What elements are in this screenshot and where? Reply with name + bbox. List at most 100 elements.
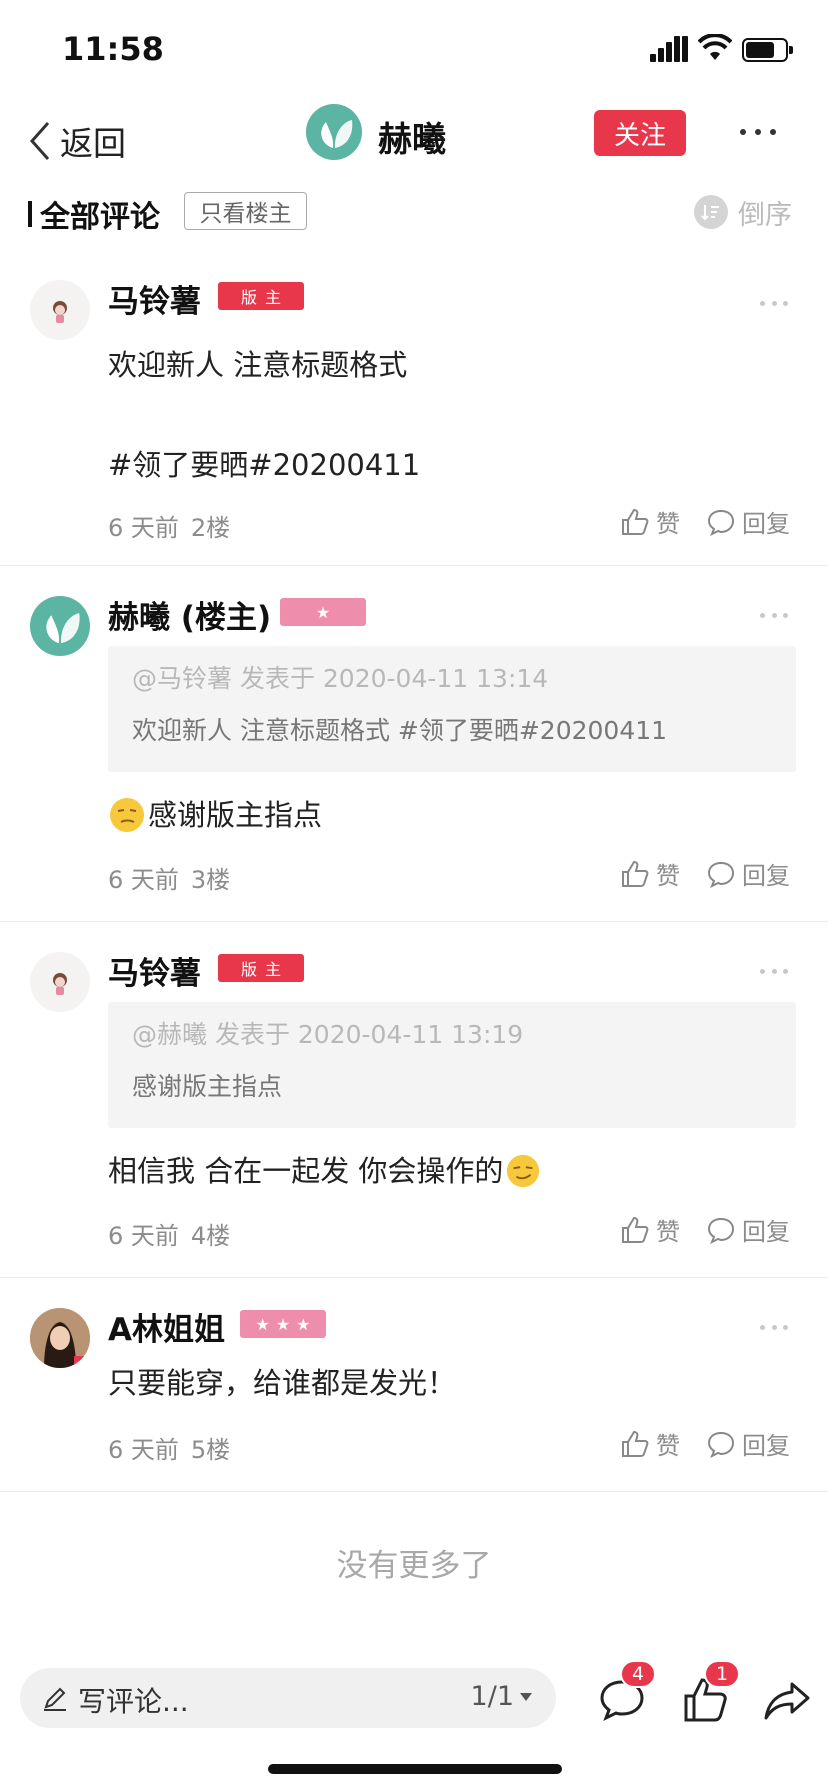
avatar[interactable] <box>30 280 90 340</box>
username[interactable]: 赫曦 (楼主) <box>108 592 271 637</box>
follow-button[interactable]: 关注 <box>594 110 686 156</box>
comment-more-icon[interactable] <box>760 298 788 308</box>
comment-meta: 6 天前 5楼 <box>108 1430 242 1465</box>
username[interactable]: A林姐姐 <box>108 1304 225 1349</box>
comment-body-line: #领了要晒#20200411 <box>108 448 421 482</box>
caret-down-icon <box>520 1692 532 1701</box>
comment-body-text: 相信我 合在一起发 你会操作的 <box>108 1154 504 1188</box>
filter-row: 全部评论 只看楼主 倒序 <box>0 186 828 250</box>
like-button[interactable]: 赞 <box>620 856 680 891</box>
reply-button[interactable]: 回复 <box>706 1212 790 1247</box>
username[interactable]: 马铃薯 <box>108 948 201 993</box>
status-time: 11:58 <box>62 30 164 68</box>
cartoon-girl-icon <box>53 301 67 323</box>
leaf-logo-icon <box>321 120 353 148</box>
reply-bubble-icon <box>707 1431 735 1458</box>
comment-count-badge: 4 <box>620 1660 656 1688</box>
status-bar: 11:58 <box>0 0 828 96</box>
comment-more-icon[interactable] <box>760 966 788 976</box>
write-comment-input[interactable]: 写评论... 1/1 <box>20 1668 556 1728</box>
author-avatar[interactable] <box>306 104 362 160</box>
comment-body-line: 欢迎新人 注意标题格式 <box>108 348 408 382</box>
nav-header: 返回 赫曦 关注 <box>0 96 828 186</box>
share-button[interactable] <box>762 1676 814 1724</box>
comment-body: 相信我 合在一起发 你会操作的 <box>108 1146 541 1196</box>
reply-label: 回复 <box>742 1218 790 1246</box>
like-button[interactable]: 赞 <box>620 504 680 539</box>
quoted-comment[interactable]: @马铃薯 发表于 2020-04-11 13:14 欢迎新人 注意标题格式 #领… <box>108 646 796 772</box>
reply-button[interactable]: 回复 <box>706 504 790 539</box>
back-button[interactable]: 返回 <box>28 111 126 171</box>
avatar[interactable] <box>30 1308 90 1368</box>
reply-label: 回复 <box>742 510 790 538</box>
reply-label: 回复 <box>742 1432 790 1460</box>
comment-more-icon[interactable] <box>760 610 788 620</box>
thumb-up-icon <box>622 860 649 887</box>
avatar[interactable] <box>30 596 90 656</box>
reply-button[interactable]: 回复 <box>706 856 790 891</box>
comment-body-text: 感谢版主指点 <box>148 798 323 832</box>
comment-body: 只要能穿，给谁都是发光！ <box>108 1366 457 1400</box>
like-label: 赞 <box>656 862 680 890</box>
wifi-icon <box>698 34 732 60</box>
page-indicator[interactable]: 1/1 <box>471 1681 532 1712</box>
moderator-badge: 版主 <box>218 954 304 982</box>
thumb-up-icon <box>622 1216 649 1243</box>
back-label: 返回 <box>60 124 126 163</box>
comment-body: 感谢版主指点 <box>108 790 322 840</box>
quote-meta: @赫曦 发表于 2020-04-11 13:19 <box>132 1020 524 1049</box>
user-photo-icon <box>30 1308 90 1368</box>
page-indicator-label: 1/1 <box>470 1681 514 1712</box>
home-indicator[interactable] <box>268 1764 562 1774</box>
like-post-button[interactable]: 1 <box>680 1660 740 1724</box>
comment-meta: 6 天前 4楼 <box>108 1216 242 1251</box>
quoted-comment[interactable]: @赫曦 发表于 2020-04-11 13:19 感谢版主指点 <box>108 1002 796 1128</box>
like-button[interactable]: 赞 <box>620 1426 680 1461</box>
all-comments-tab[interactable]: 全部评论 <box>28 192 160 236</box>
reply-button[interactable]: 回复 <box>706 1426 790 1461</box>
smirk-emoji-icon <box>507 1154 540 1188</box>
more-icon[interactable] <box>740 122 776 142</box>
avatar[interactable] <box>30 952 90 1012</box>
page-title: 赫曦 <box>378 120 446 160</box>
comment-time: 6 天前 <box>108 1222 179 1250</box>
comment-meta: 6 天前 2楼 <box>108 508 242 543</box>
sort-button[interactable]: 倒序 <box>694 192 792 232</box>
level-badge: ★★★ <box>240 1310 326 1338</box>
comment-floor: 5楼 <box>190 1436 231 1464</box>
comment-item: 赫曦 (楼主) ★ @马铃薯 发表于 2020-04-11 13:14 欢迎新人… <box>0 566 828 922</box>
comment-item: 马铃薯 版主 @赫曦 发表于 2020-04-11 13:19 感谢版主指点 相… <box>0 922 828 1278</box>
bottom-bar: 写评论... 1/1 4 1 <box>0 1660 828 1740</box>
sort-icon <box>694 195 728 229</box>
quote-text: 感谢版主指点 <box>132 1072 283 1101</box>
thumb-up-icon <box>622 508 649 535</box>
comment-time: 6 天前 <box>108 866 179 894</box>
comment-more-icon[interactable] <box>760 1322 788 1332</box>
comment-floor: 3楼 <box>190 866 231 894</box>
comment-button[interactable]: 4 <box>596 1660 656 1724</box>
comment-floor: 2楼 <box>190 514 231 542</box>
leaf-logo-icon <box>46 613 80 644</box>
level-badge: ★ <box>280 598 366 626</box>
sort-label: 倒序 <box>738 199 792 231</box>
all-comments-label: 全部评论 <box>40 200 160 235</box>
comment-time: 6 天前 <box>108 1436 179 1464</box>
thumb-up-icon <box>622 1430 649 1457</box>
comment-body: 欢迎新人 注意标题格式 #领了要晒#20200411 <box>108 340 420 490</box>
page: 11:58 返回 赫曦 关注 全部评论 只看楼主 倒序 马铃薯 版主 欢迎新人 … <box>0 0 828 1792</box>
username[interactable]: 马铃薯 <box>108 276 201 321</box>
comment-time: 6 天前 <box>108 514 179 542</box>
cellular-signal-icon <box>650 36 688 62</box>
like-count-badge: 1 <box>704 1660 740 1688</box>
op-only-button[interactable]: 只看楼主 <box>184 192 307 230</box>
reply-bubble-icon <box>707 509 735 536</box>
quote-text: 欢迎新人 注意标题格式 #领了要晒#20200411 <box>132 716 668 745</box>
reply-bubble-icon <box>707 1217 735 1244</box>
pen-icon <box>44 1687 66 1711</box>
cartoon-girl-icon <box>53 973 67 995</box>
no-more-text: 没有更多了 <box>336 1548 492 1584</box>
back-chevron-icon <box>29 122 50 160</box>
like-label: 赞 <box>656 1432 680 1460</box>
reply-bubble-icon <box>707 861 735 888</box>
like-button[interactable]: 赞 <box>620 1212 680 1247</box>
